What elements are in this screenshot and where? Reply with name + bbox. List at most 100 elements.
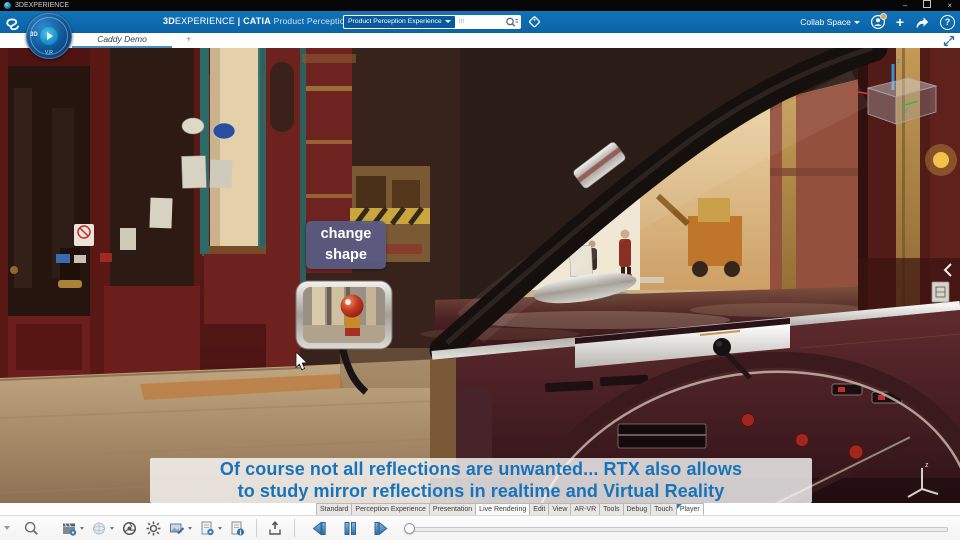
player-toolbar — [0, 515, 960, 540]
render-info-icon — [231, 521, 244, 535]
slider-track[interactable] — [410, 526, 948, 532]
step-backward-icon — [312, 520, 326, 536]
workbench-tab-perception-experience[interactable]: Perception Experience — [351, 503, 430, 515]
step-backward-button[interactable] — [309, 520, 328, 537]
collab-space-dropdown[interactable]: Collab Space — [800, 17, 860, 27]
toolbar-divider — [256, 519, 257, 537]
close-button[interactable]: × — [947, 0, 952, 11]
change-shape-hotspot[interactable]: change shape — [306, 221, 386, 270]
chevron-down-icon — [188, 526, 192, 530]
collab-space-label: Collab Space — [800, 17, 851, 27]
document-tabbar: Caddy Demo + — [0, 33, 960, 48]
step-forward-icon — [374, 520, 388, 536]
timeline-slider[interactable] — [404, 516, 952, 540]
tab-label: Perception Experience — [355, 506, 426, 513]
fit-to-window-icon[interactable] — [943, 35, 955, 47]
zoom-button[interactable] — [23, 520, 40, 537]
brand-app: CATIA — [243, 16, 271, 26]
environment-icon — [93, 522, 105, 534]
workbench-tab-presentation[interactable]: Presentation — [428, 503, 477, 515]
tab-label: Tools — [603, 506, 620, 513]
chevron-down-icon — [444, 20, 451, 23]
chevron-down-icon — [80, 526, 84, 530]
slider-knob[interactable] — [404, 523, 415, 534]
workbench-tab-debug[interactable]: Debug — [622, 503, 652, 515]
export-icon — [269, 520, 281, 535]
compass-play-button[interactable] — [40, 27, 58, 45]
search-icon[interactable] — [505, 16, 519, 28]
workbench-tab-tools[interactable]: Tools — [599, 503, 624, 515]
axis-z-label: z — [897, 58, 901, 65]
play-icon — [47, 32, 53, 40]
chevron-down-icon — [110, 526, 114, 530]
tab-label: Presentation — [432, 506, 473, 513]
search-box[interactable]: Product Perception Experience In — [343, 14, 521, 29]
tab-label: Standard — [320, 506, 349, 513]
shape-label-line2: shape — [325, 246, 367, 263]
workbench-tab-touch[interactable]: Touch — [650, 503, 677, 515]
chevron-down-icon — [218, 526, 222, 530]
app-icon — [4, 2, 11, 9]
workbench-tab-standard[interactable]: Standard — [316, 503, 353, 515]
workbench-tabs: Standard Perception Experience Presentat… — [316, 503, 704, 515]
dassault-3ds-logo-icon[interactable] — [5, 13, 25, 31]
mini-axis-z-label: z — [925, 462, 929, 469]
application-window: 3DEXPERIENCE – × 3DEXPERIENCE | CATIA Pr… — [0, 0, 960, 540]
window-controls: – × — [903, 0, 960, 11]
gear-icon — [146, 521, 161, 535]
tab-label: Player — [679, 506, 700, 513]
share-icon[interactable] — [914, 15, 930, 29]
appbar-right-cluster: Collab Space + ? — [800, 11, 955, 33]
caption-line1: Of course not all reflections are unwant… — [219, 459, 743, 479]
tab-label: View — [552, 506, 568, 513]
brand-3d: 3D — [163, 16, 175, 26]
aperture-button[interactable] — [121, 520, 138, 537]
workbench-tab-player[interactable]: Player — [675, 503, 704, 515]
workbench-tab-edit[interactable]: Edit — [529, 503, 550, 515]
subtitle-caption: Of course not all reflections are unwant… — [150, 458, 812, 503]
tab-caddy-demo[interactable]: Caddy Demo — [72, 34, 172, 44]
axis-y-label: y — [904, 107, 908, 114]
brand-experience: EXPERIENCE — [174, 16, 235, 26]
zoom-icon — [24, 521, 38, 535]
pub-facade — [0, 48, 300, 380]
compass-3d-label: 3D — [30, 32, 38, 38]
environment-button[interactable] — [91, 520, 114, 537]
shape-label-line1: change — [320, 226, 372, 242]
user-menu-button[interactable] — [870, 13, 887, 30]
search-scope-dropdown[interactable]: Product Perception Experience — [344, 15, 455, 28]
tab-label: Edit — [533, 506, 546, 513]
minimize-button[interactable]: – — [903, 0, 907, 11]
collapse-toolbar-icon[interactable] — [4, 526, 10, 530]
compass-vr-label: V.R — [45, 50, 53, 56]
camera-aperture-icon — [122, 521, 137, 535]
brand-divider: | — [237, 16, 241, 26]
tag-icon[interactable] — [527, 15, 542, 30]
workbench-tab-live-rendering[interactable]: Live Rendering — [475, 503, 531, 515]
workbench-tab-view[interactable]: View — [548, 503, 572, 515]
export-button[interactable] — [267, 520, 284, 537]
search-input[interactable]: In — [456, 18, 505, 25]
window-titlebar: 3DEXPERIENCE – × — [0, 0, 960, 11]
tab-label: AR-VR — [574, 506, 597, 513]
notification-dot — [879, 13, 887, 20]
3dexperience-compass[interactable]: 3D V.R — [26, 13, 72, 59]
step-forward-button[interactable] — [372, 520, 391, 537]
render-settings-button[interactable] — [199, 520, 222, 537]
image-edit-button[interactable] — [169, 520, 192, 537]
maximize-icon — [923, 0, 932, 8]
viewport-3d-scene[interactable]: z x y z — [0, 48, 960, 503]
maximize-button[interactable] — [923, 0, 932, 11]
new-tab-button[interactable]: + — [186, 34, 192, 45]
tab-label: Touch — [654, 506, 673, 513]
add-content-button[interactable]: + — [896, 15, 904, 29]
help-button[interactable]: ? — [940, 14, 955, 30]
viewport[interactable]: z x y z change shape Of course not all r… — [0, 48, 960, 503]
render-movie-button[interactable] — [61, 520, 84, 537]
pause-button[interactable] — [341, 520, 359, 537]
robot-anchor-button[interactable] — [931, 281, 950, 303]
workbench-tab-ar-vr[interactable]: AR-VR — [570, 503, 601, 515]
render-movie-icon — [63, 522, 77, 536]
render-info-button[interactable] — [229, 520, 246, 537]
settings-button[interactable] — [145, 520, 162, 537]
